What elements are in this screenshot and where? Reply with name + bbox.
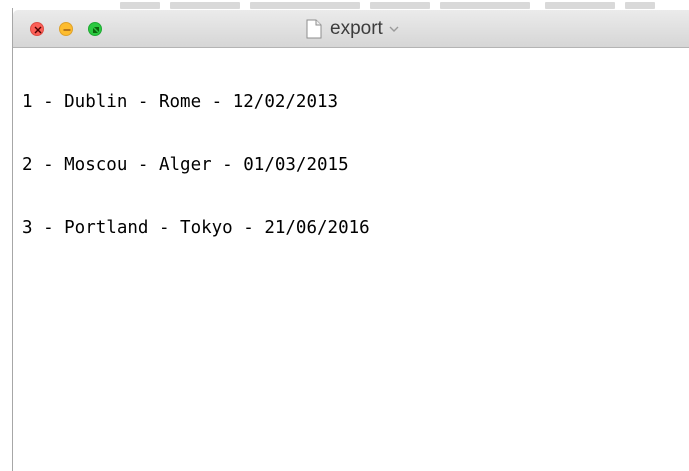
window-title: export	[330, 18, 383, 39]
text-line[interactable]: 1 - Dublin - Rome - 12/02/2013	[22, 92, 682, 113]
text-editor[interactable]: 1 - Dublin - Rome - 12/02/2013 2 - Mosco…	[22, 50, 682, 465]
close-icon	[34, 26, 42, 34]
zoom-button[interactable]	[88, 22, 102, 36]
minimize-button[interactable]	[59, 22, 73, 36]
chevron-down-icon[interactable]	[388, 23, 400, 35]
text-line[interactable]: 2 - Moscou - Alger - 01/03/2015	[22, 155, 682, 176]
close-button[interactable]	[30, 22, 44, 36]
minimize-icon	[63, 29, 71, 31]
title-bar[interactable]: export	[13, 10, 689, 48]
document-icon	[306, 19, 322, 39]
window-border	[12, 8, 13, 471]
window-title-group[interactable]: export	[306, 18, 400, 40]
text-line[interactable]: 3 - Portland - Tokyo - 21/06/2016	[22, 218, 682, 239]
zoom-icon	[93, 27, 99, 33]
textedit-window: export 1 - Dublin - Rome - 12/02/2013 2 …	[0, 0, 689, 471]
